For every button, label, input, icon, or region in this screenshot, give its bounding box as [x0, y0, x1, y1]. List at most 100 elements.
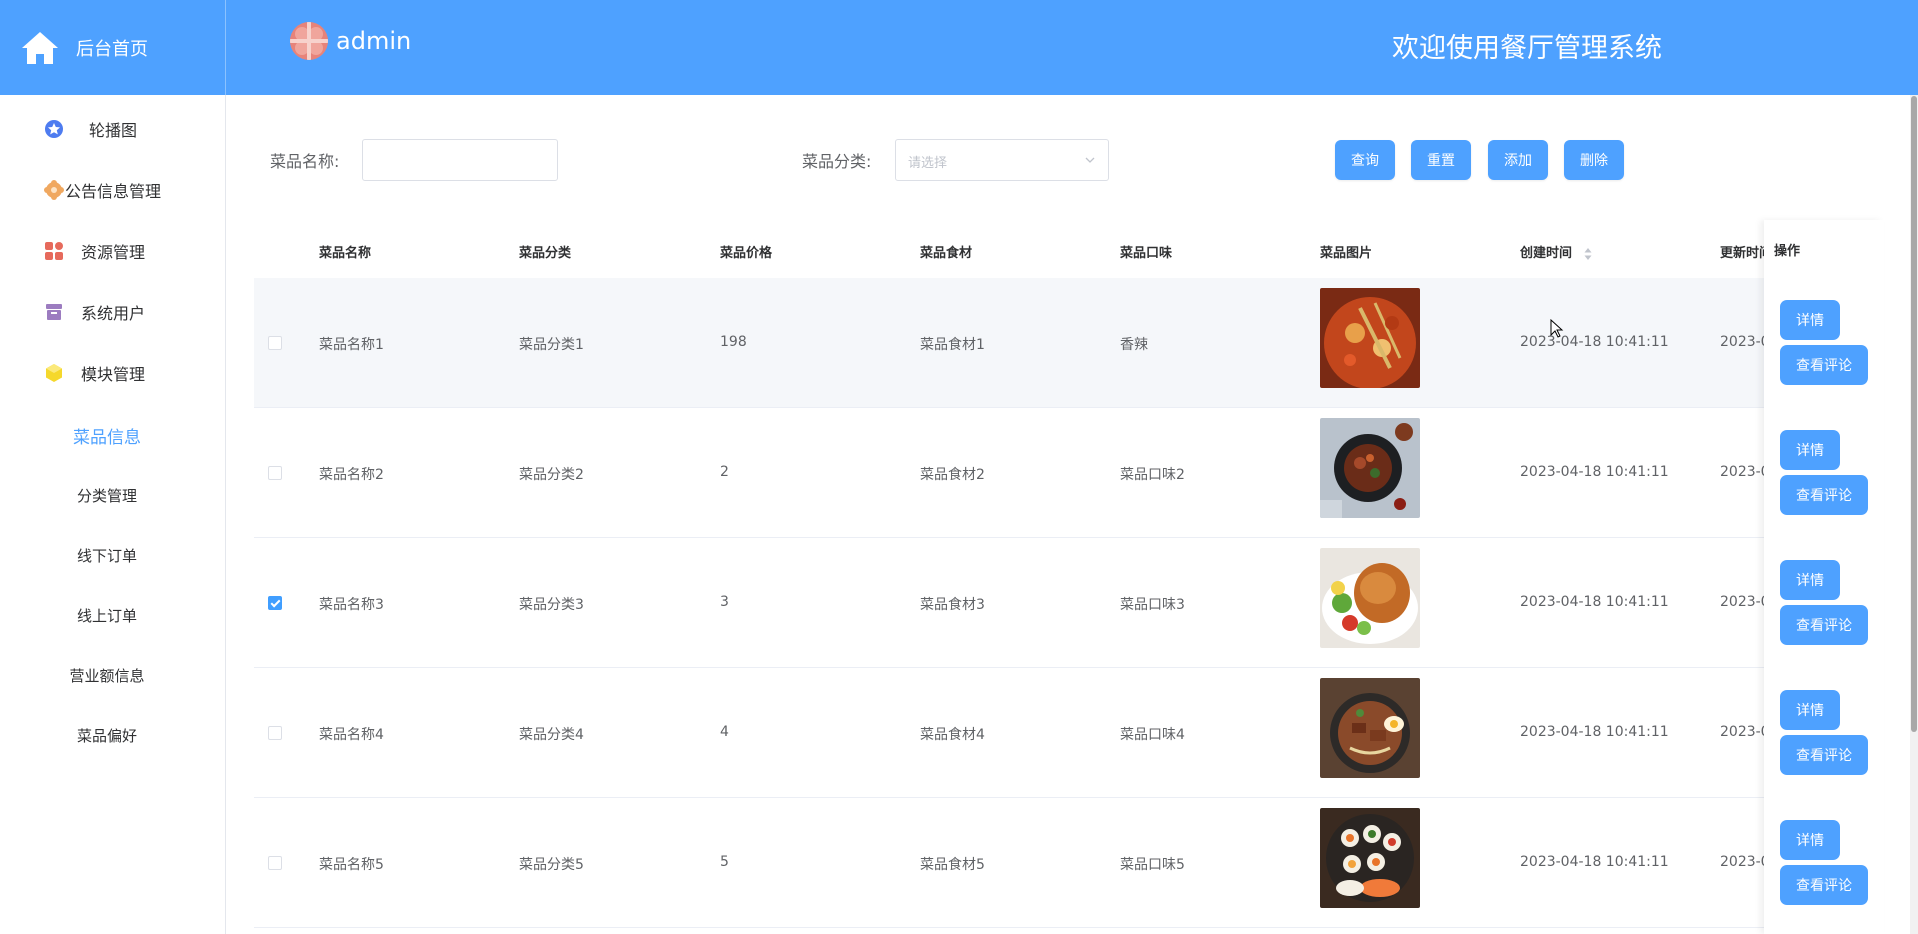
user-info[interactable]: admin — [290, 22, 411, 60]
sidebar-subitem-category[interactable]: 分类管理 — [0, 470, 214, 520]
cell-category: 菜品分类3 — [519, 597, 584, 613]
dish-category-label: 菜品分类: — [802, 152, 872, 171]
cell-updated: 2023-04-18 10:41:11 — [1720, 464, 1766, 480]
dish-image[interactable] — [1320, 418, 1420, 518]
table-row[interactable]: 菜品名称5 菜品分类5 5 菜品食材5 菜品口味5 2023-04-18 10:41:11… — [254, 798, 1884, 928]
mouse-cursor-icon — [1550, 319, 1564, 338]
cell-name: 菜品名称2 — [319, 467, 384, 483]
cell-category: 菜品分类2 — [519, 467, 584, 483]
cell-price: 5 — [720, 854, 729, 870]
sidebar-item-carousel[interactable]: 轮播图 — [0, 99, 226, 159]
home-label: 后台首页 — [76, 38, 148, 60]
sidebar-item-notice[interactable]: 公告信息管理 — [0, 160, 226, 220]
dish-name-label: 菜品名称: — [270, 152, 340, 171]
query-button[interactable]: 查询 — [1335, 140, 1395, 180]
cell-ingredients: 菜品食材2 — [920, 467, 985, 483]
column-header: 菜品图片 — [1320, 246, 1373, 261]
sidebar-subitem-offline-orders[interactable]: 线下订单 — [0, 530, 214, 580]
cell-taste: 菜品口味5 — [1120, 857, 1185, 873]
row-checkbox[interactable] — [268, 466, 282, 480]
dish-image[interactable] — [1320, 548, 1420, 648]
home-icon — [22, 31, 58, 64]
dish-category-select[interactable]: 请选择 — [895, 139, 1109, 181]
home-link[interactable]: 后台首页 — [0, 0, 226, 95]
cell-price: 198 — [720, 334, 747, 350]
column-header: 菜品食材 — [920, 246, 973, 261]
row-checkbox[interactable] — [268, 726, 282, 740]
detail-button[interactable]: 详情 — [1780, 300, 1840, 340]
sidebar: 轮播图 公告信息管理 资源管理 系统用户 模块管理 菜品信息 分类管理 线下订单… — [0, 95, 226, 934]
row-checkbox[interactable] — [268, 856, 282, 870]
column-header: 菜品分类 — [519, 246, 572, 261]
cell-ingredients: 菜品食材5 — [920, 857, 985, 873]
avatar — [290, 22, 328, 60]
cell-category: 菜品分类4 — [519, 727, 584, 743]
sidebar-subitem-revenue[interactable]: 营业额信息 — [0, 650, 214, 700]
sidebar-item-resources[interactable]: 资源管理 — [0, 221, 226, 281]
table-row[interactable]: 菜品名称4 菜品分类4 4 菜品食材4 菜品口味4 2023-04-18 10:41:11… — [254, 668, 1884, 798]
dish-name-input[interactable] — [362, 139, 558, 181]
table-row[interactable]: 菜品名称1 菜品分类1 198 菜品食材1 香辣 2023-04-18 10:41:11 2… — [254, 278, 1884, 408]
delete-button[interactable]: 删除 — [1564, 140, 1624, 180]
welcome-title: 欢迎使用餐厅管理系统 — [1392, 33, 1662, 64]
sidebar-subitem-dish-info[interactable]: 菜品信息 — [0, 410, 214, 460]
cell-ingredients: 菜品食材4 — [920, 727, 985, 743]
view-comments-button[interactable]: 查看评论 — [1780, 345, 1868, 385]
cell-taste: 菜品口味2 — [1120, 467, 1185, 483]
detail-button[interactable]: 详情 — [1780, 690, 1840, 730]
scrollbar-thumb[interactable] — [1911, 96, 1917, 732]
column-header-sortable[interactable]: 创建时间 — [1520, 242, 1593, 261]
cell-updated: 2023-04-18 10:41:11 — [1720, 594, 1766, 610]
column-header-label: 创建时间 — [1520, 246, 1573, 261]
cell-category: 菜品分类1 — [519, 337, 584, 353]
dish-image[interactable] — [1320, 678, 1420, 778]
cell-name: 菜品名称4 — [319, 727, 384, 743]
view-comments-button[interactable]: 查看评论 — [1780, 735, 1868, 775]
operation-header: 操作 — [1774, 244, 1801, 259]
username: admin — [336, 27, 412, 55]
cell-created: 2023-04-18 10:41:11 — [1520, 464, 1669, 480]
reset-button[interactable]: 重置 — [1411, 140, 1471, 180]
column-header: 菜品名称 — [319, 246, 372, 261]
sidebar-item-label: 系统用户 — [80, 304, 145, 323]
sort-icon — [1584, 247, 1592, 260]
cell-updated: 2023-04-18 10:41:11 — [1720, 854, 1766, 870]
sidebar-item-label: 轮播图 — [88, 121, 137, 140]
cell-name: 菜品名称5 — [319, 857, 384, 873]
cell-name: 菜品名称1 — [319, 337, 384, 353]
sidebar-item-modules[interactable]: 模块管理 — [0, 343, 226, 403]
cell-price: 2 — [720, 464, 729, 480]
dish-image[interactable] — [1320, 808, 1420, 908]
sidebar-subitem-online-orders[interactable]: 线上订单 — [0, 590, 214, 640]
view-comments-button[interactable]: 查看评论 — [1780, 865, 1868, 905]
table-row[interactable]: 菜品名称3 菜品分类3 3 菜品食材3 菜品口味3 2023-04-18 10:41:11… — [254, 538, 1884, 668]
sidebar-item-system-users[interactable]: 系统用户 — [0, 282, 226, 342]
cell-created: 2023-04-18 10:41:11 — [1520, 724, 1669, 740]
detail-button[interactable]: 详情 — [1780, 820, 1840, 860]
cell-name: 菜品名称3 — [319, 597, 384, 613]
cell-created: 2023-04-18 10:41:11 — [1520, 334, 1669, 350]
detail-button[interactable]: 详情 — [1780, 560, 1840, 600]
cell-updated: 2023-04-18 10:41:11 — [1720, 724, 1766, 740]
cell-ingredients: 菜品食材1 — [920, 337, 985, 353]
cell-ingredients: 菜品食材3 — [920, 597, 985, 613]
detail-button[interactable]: 详情 — [1780, 430, 1840, 470]
table-header: 菜品名称 菜品分类 菜品价格 菜品食材 菜品口味 菜品图片 创建时间 更新时间 — [254, 218, 1914, 358]
sidebar-item-label: 模块管理 — [80, 365, 145, 384]
view-comments-button[interactable]: 查看评论 — [1780, 605, 1868, 645]
view-comments-button[interactable]: 查看评论 — [1780, 475, 1868, 515]
sidebar-subitem-dish-preference[interactable]: 菜品偏好 — [0, 710, 214, 760]
cell-updated: 2023-04-18 10:41:11 — [1720, 334, 1766, 350]
add-button[interactable]: 添加 — [1488, 140, 1548, 180]
cell-created: 2023-04-18 10:41:11 — [1520, 854, 1669, 870]
cell-created: 2023-04-18 10:41:11 — [1520, 594, 1669, 610]
dish-image[interactable] — [1320, 288, 1420, 388]
cell-taste: 香辣 — [1120, 337, 1148, 353]
cell-category: 菜品分类5 — [519, 857, 584, 873]
column-header: 菜品价格 — [720, 246, 773, 261]
row-checkbox[interactable] — [268, 336, 282, 350]
cell-taste: 菜品口味3 — [1120, 597, 1185, 613]
table-row[interactable]: 菜品名称2 菜品分类2 2 菜品食材2 菜品口味2 2023-04-18 10:41:11… — [254, 408, 1884, 538]
row-checkbox[interactable] — [268, 596, 282, 610]
chevron-down-icon — [1085, 157, 1095, 163]
